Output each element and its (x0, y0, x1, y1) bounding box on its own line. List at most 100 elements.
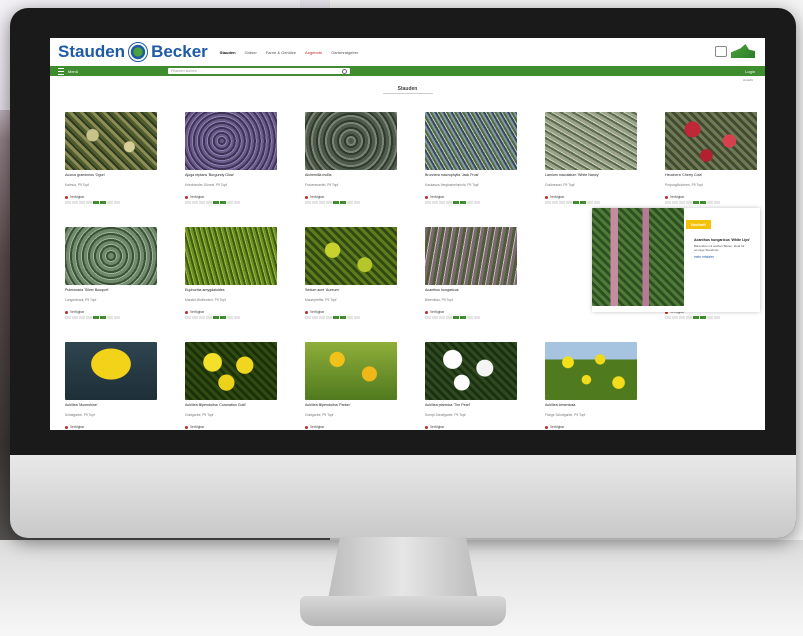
size-option[interactable] (439, 201, 445, 204)
size-option[interactable] (65, 316, 71, 319)
size-option[interactable] (305, 201, 311, 204)
size-selector[interactable] (425, 201, 517, 204)
size-option[interactable] (679, 201, 685, 204)
size-option[interactable] (185, 201, 191, 204)
size-option-selected[interactable] (340, 316, 346, 319)
product-card[interactable]: Euphorbia amygdaloides Mandel-Wolfsmilch,… (176, 223, 286, 328)
size-option[interactable] (559, 201, 565, 204)
size-option-selected[interactable] (100, 201, 106, 204)
product-card[interactable]: Heuchera 'Cherry Cola' Purpurglöckchen, P… (656, 108, 765, 213)
size-option[interactable] (79, 201, 85, 204)
size-option[interactable] (312, 201, 318, 204)
product-image[interactable] (65, 342, 157, 400)
size-option-selected[interactable] (700, 316, 706, 319)
size-option[interactable] (305, 316, 311, 319)
product-image[interactable] (545, 112, 637, 170)
size-option-selected[interactable] (333, 316, 339, 319)
size-option-selected[interactable] (693, 316, 699, 319)
product-name[interactable]: Achillea ptarmica 'The Pearl' (425, 403, 517, 412)
product-card[interactable]: Achillea filipendulina 'Coronation Gold'… (176, 338, 286, 430)
size-selector[interactable] (425, 316, 517, 319)
size-option[interactable] (114, 316, 120, 319)
size-selector[interactable] (305, 201, 397, 204)
menu-button[interactable]: Menü (58, 67, 168, 75)
size-option[interactable] (474, 316, 480, 319)
size-selector[interactable] (65, 316, 157, 319)
product-name[interactable]: Ajuga reptans 'Burgundy Glow' (185, 173, 277, 182)
size-option[interactable] (425, 316, 431, 319)
product-image[interactable] (305, 342, 397, 400)
size-option[interactable] (707, 316, 713, 319)
size-selector[interactable] (545, 201, 637, 204)
product-name[interactable]: Achillea filipendulina 'Parker' (305, 403, 397, 412)
size-option[interactable] (425, 201, 431, 204)
product-image[interactable] (185, 227, 277, 285)
product-image[interactable] (545, 342, 637, 400)
product-image[interactable] (425, 112, 517, 170)
size-option-selected[interactable] (700, 201, 706, 204)
size-option[interactable] (347, 201, 353, 204)
size-option[interactable] (227, 201, 233, 204)
size-option-selected[interactable] (460, 316, 466, 319)
size-option[interactable] (665, 316, 671, 319)
cart-icon[interactable] (715, 45, 727, 57)
size-option[interactable] (354, 201, 360, 204)
size-option[interactable] (474, 201, 480, 204)
product-image[interactable] (425, 227, 517, 285)
size-option[interactable] (107, 316, 113, 319)
size-option-selected[interactable] (580, 201, 586, 204)
product-card[interactable]: Alchemilla mollis Frauenmantel, P9 Topf Ve… (296, 108, 406, 213)
featured-more-link[interactable]: mehr erfahren (694, 255, 754, 259)
product-image[interactable] (65, 112, 157, 170)
product-name[interactable]: Acorus gramineus 'Ogon' (65, 173, 157, 182)
size-option-selected[interactable] (220, 201, 226, 204)
size-selector[interactable] (185, 316, 277, 319)
site-logo[interactable]: Stauden Becker (58, 42, 208, 62)
size-option[interactable] (665, 201, 671, 204)
size-option-selected[interactable] (453, 201, 459, 204)
size-option[interactable] (679, 316, 685, 319)
size-option-selected[interactable] (460, 201, 466, 204)
size-option[interactable] (347, 316, 353, 319)
product-card[interactable]: Brunnera macrophylla 'Jack Frost' Kaukasu… (416, 108, 526, 213)
product-name[interactable]: Euphorbia amygdaloides (185, 288, 277, 297)
size-selector[interactable] (185, 201, 277, 204)
size-option[interactable] (446, 316, 452, 319)
product-card[interactable]: Pulmonaria 'Silver Bouquet' Lungenkraut, … (56, 223, 166, 328)
size-option[interactable] (206, 316, 212, 319)
nav-item[interactable]: Farne & Gehölze (266, 50, 296, 55)
size-option[interactable] (545, 201, 551, 204)
size-option[interactable] (72, 201, 78, 204)
size-option[interactable] (199, 316, 205, 319)
size-option[interactable] (467, 316, 473, 319)
product-name[interactable]: Alchemilla mollis (305, 173, 397, 182)
size-option[interactable] (319, 316, 325, 319)
size-option[interactable] (594, 201, 600, 204)
product-name[interactable]: Sedum acre 'Aureum' (305, 288, 397, 297)
size-option[interactable] (319, 201, 325, 204)
size-option[interactable] (185, 316, 191, 319)
size-selector[interactable] (665, 316, 757, 319)
nav-item[interactable]: Stauden (220, 50, 236, 55)
size-option[interactable] (587, 201, 593, 204)
search-icon[interactable] (342, 68, 347, 74)
product-name[interactable]: Lamium maculatum 'White Nancy' (545, 173, 637, 182)
product-card[interactable]: Ajuga reptans 'Burgundy Glow' Kriechender… (176, 108, 286, 213)
size-option[interactable] (566, 201, 572, 204)
size-option-selected[interactable] (693, 201, 699, 204)
size-option-selected[interactable] (340, 201, 346, 204)
view-toggle[interactable]: Ansicht (743, 78, 753, 82)
size-option[interactable] (326, 201, 332, 204)
size-option[interactable] (686, 316, 692, 319)
product-image[interactable] (305, 227, 397, 285)
product-name[interactable]: Acanthus hungaricus (425, 288, 517, 297)
product-name[interactable]: Heuchera 'Cherry Cola' (665, 173, 757, 182)
nav-item[interactable]: Gräser (245, 50, 257, 55)
nav-item[interactable]: Gartenratgeber (331, 50, 358, 55)
product-card[interactable]: Achillea tomentosa Filzige Schafgarbe, P9… (536, 338, 646, 430)
size-option[interactable] (107, 201, 113, 204)
account-link[interactable]: Login (745, 69, 755, 74)
size-option[interactable] (206, 201, 212, 204)
size-option[interactable] (552, 201, 558, 204)
product-image[interactable] (185, 342, 277, 400)
